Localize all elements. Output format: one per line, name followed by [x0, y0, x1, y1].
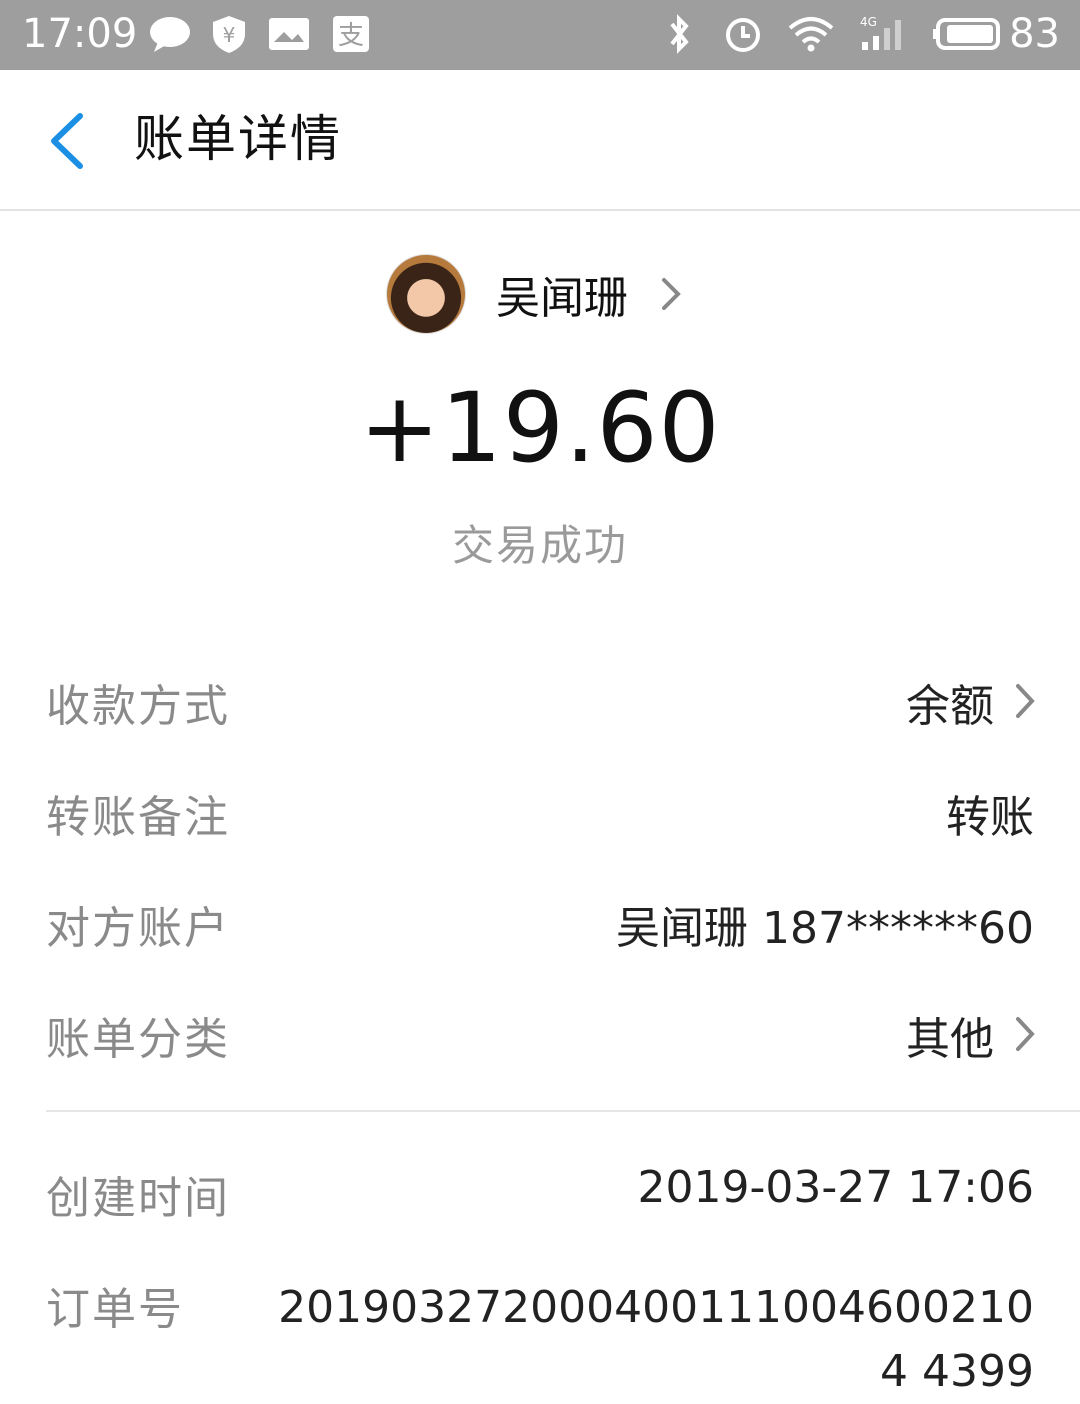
- detail-row-transfer-note: 转账备注 转账: [0, 753, 1080, 864]
- detail-row-payment-method[interactable]: 收款方式 余额: [0, 642, 1080, 753]
- detail-value: 吴闻珊 187******60: [616, 903, 1034, 954]
- detail-row-created-time: 创建时间 2019-03-27 17:06: [0, 1134, 1080, 1245]
- chevron-right-icon: [662, 278, 681, 310]
- detail-label: 转账备注: [46, 792, 230, 843]
- chat-bubble-icon: [150, 17, 190, 52]
- detail-value: 2019-03-27 17:06: [637, 1162, 1035, 1213]
- detail-label: 账单分类: [46, 1014, 230, 1065]
- svg-text:支: 支: [338, 21, 364, 51]
- battery-icon: [933, 18, 1000, 50]
- divider: [46, 1110, 1080, 1112]
- wifi-icon: [788, 17, 834, 52]
- image-card-icon: [269, 18, 309, 50]
- bluetooth-icon: [670, 14, 689, 54]
- counterparty-row[interactable]: 吴闻珊: [386, 254, 684, 334]
- alipay-icon: 支: [333, 16, 369, 52]
- status-time: 17:09: [22, 11, 138, 57]
- back-arrow-icon[interactable]: [36, 106, 106, 176]
- network-type-label: 4G: [860, 15, 877, 29]
- amount: +19.60: [359, 372, 721, 484]
- chevron-right-icon: [1016, 684, 1035, 718]
- battery-level: 83: [1009, 11, 1060, 57]
- counterparty-name: 吴闻珊: [496, 273, 628, 324]
- detail-value: 余额: [906, 681, 994, 732]
- title-bar: 账单详情: [0, 70, 1080, 211]
- transaction-header: 吴闻珊 +19.60 交易成功: [0, 212, 1080, 632]
- detail-label: 订单号: [46, 1284, 184, 1335]
- signal-icon: 4G: [860, 15, 901, 50]
- detail-label: 收款方式: [46, 681, 230, 732]
- status-bar: 17:09 ¥ 支 4G 83: [0, 0, 1080, 70]
- svg-text:¥: ¥: [223, 23, 236, 47]
- detail-label: 对方账户: [46, 903, 230, 954]
- page-title: 账单详情: [134, 110, 342, 168]
- chevron-right-icon: [1016, 1017, 1035, 1051]
- transaction-status: 交易成功: [451, 521, 628, 570]
- detail-row-counterparty-account: 对方账户 吴闻珊 187******60: [0, 864, 1080, 975]
- order-number: 2019032720004001110046002104 4399: [278, 1282, 1034, 1397]
- detail-label: 创建时间: [46, 1173, 230, 1224]
- alarm-icon: [726, 18, 760, 52]
- detail-value: 其他: [906, 1014, 994, 1065]
- shield-yen-icon: ¥: [213, 16, 245, 53]
- avatar[interactable]: [386, 254, 466, 334]
- detail-row-bill-category[interactable]: 账单分类 其他: [0, 975, 1080, 1086]
- detail-value: 转账: [946, 792, 1034, 843]
